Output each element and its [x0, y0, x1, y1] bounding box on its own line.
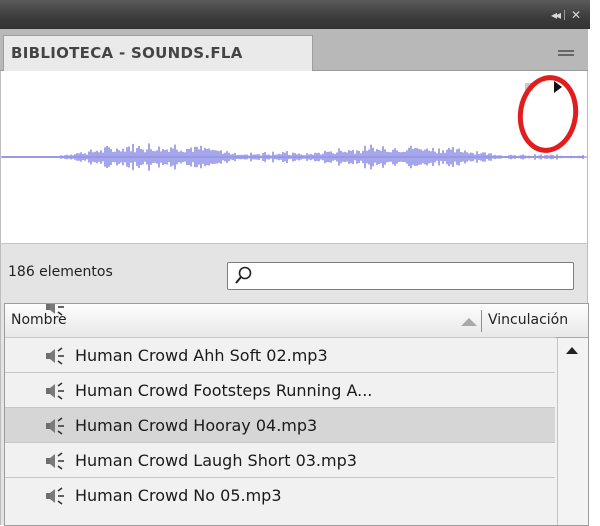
- collapse-icon[interactable]: ◂◂: [551, 9, 561, 21]
- list-item[interactable]: Human Crowd Laugh Short 03.mp3: [5, 442, 555, 477]
- list-item-label: Human Crowd Laugh Short 03.mp3: [75, 451, 357, 470]
- list-item[interactable]: Human Crowd Ahh Soft 02.mp3: [5, 337, 555, 372]
- sound-icon: [44, 346, 68, 370]
- list-item[interactable]: Human Crowd Footsteps Running A...: [5, 372, 555, 407]
- sound-preview: [0, 71, 588, 243]
- list-item-label: Human Crowd Hooray 04.mp3: [75, 416, 318, 435]
- search-input[interactable]: [258, 266, 562, 288]
- library-panel: 186 elementos Nombre Vinculación Human C…: [0, 243, 589, 526]
- scroll-up-icon[interactable]: [566, 347, 578, 354]
- panel-title-bar: ◂◂ ✕: [0, 0, 590, 29]
- panel-menu-icon[interactable]: [558, 50, 574, 60]
- list-item[interactable]: Human Crowd Hooray 04.mp3: [5, 407, 555, 442]
- list-item-label: Human Crowd No 05.mp3: [75, 486, 282, 505]
- list-item-partial: [5, 304, 555, 340]
- tab-library[interactable]: BIBLIOTECA - SOUNDS.FLA: [3, 35, 313, 71]
- title-bar-divider: [564, 10, 565, 20]
- list-item-label: Human Crowd Ahh Soft 02.mp3: [75, 346, 328, 365]
- sound-icon: [44, 451, 68, 475]
- search-icon: [235, 266, 252, 284]
- list-item-label: Human Crowd Footsteps Running A...: [75, 381, 373, 400]
- panel-tab-strip: BIBLIOTECA - SOUNDS.FLA: [0, 29, 588, 71]
- sound-icon: [44, 416, 68, 440]
- sound-icon: [44, 304, 68, 321]
- sound-icon: [44, 486, 68, 510]
- sound-icon: [44, 381, 68, 405]
- waveform: [1, 143, 587, 171]
- item-count: 186 elementos: [8, 264, 113, 280]
- vertical-scrollbar[interactable]: [557, 338, 588, 525]
- list-item[interactable]: Human Crowd No 05.mp3: [5, 477, 555, 512]
- library-list: Nombre Vinculación Human Crowd Ahh Soft …: [4, 303, 589, 526]
- search-box[interactable]: [227, 262, 574, 290]
- close-icon[interactable]: ✕: [571, 9, 581, 21]
- tab-label: BIBLIOTECA - SOUNDS.FLA: [11, 44, 243, 62]
